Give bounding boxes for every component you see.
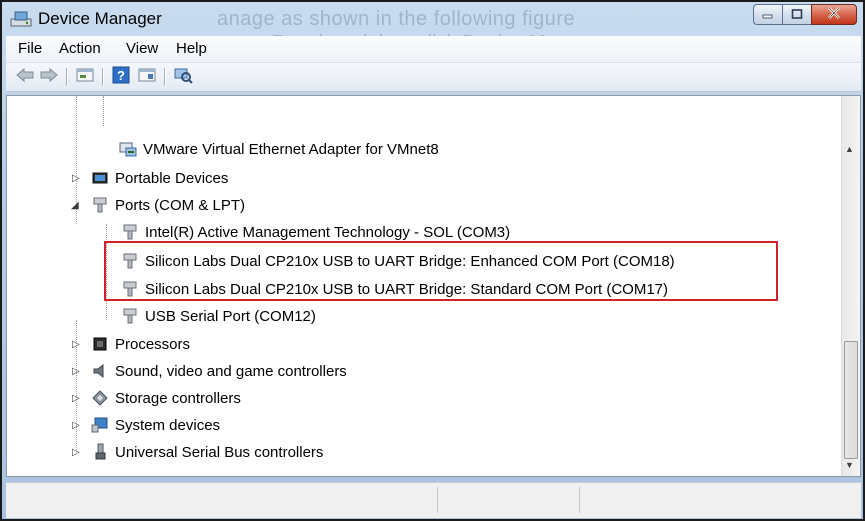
tree-guide-line — [103, 96, 104, 126]
close-icon — [827, 6, 841, 24]
tree-item-label: Processors — [115, 335, 191, 353]
portable-device-icon — [91, 169, 109, 187]
minimize-icon — [762, 6, 774, 24]
expand-arrow-icon[interactable]: ▷ — [72, 447, 80, 458]
expand-arrow-icon[interactable]: ▷ — [72, 366, 80, 377]
tree-item-label: Sound, video and game controllers — [115, 362, 347, 380]
toolbar-separator — [66, 68, 67, 86]
tree-item-portable-devices[interactable]: Portable Devices — [91, 166, 228, 190]
svg-text:?: ? — [117, 68, 125, 83]
menu-view[interactable]: View — [126, 40, 158, 57]
vertical-scrollbar[interactable]: ▲ ▼ — [841, 96, 860, 476]
menu-file[interactable]: File — [18, 40, 42, 57]
status-bar — [6, 482, 861, 518]
scan-hardware-button[interactable] — [172, 67, 194, 87]
device-manager-icon — [10, 10, 32, 28]
tree-item-label: Storage controllers — [115, 389, 241, 407]
tree-item-label: Portable Devices — [115, 169, 229, 187]
tree-item-label: USB Serial Port (COM12) — [145, 307, 316, 325]
tree-item-ports[interactable]: Ports (COM & LPT) — [91, 193, 245, 217]
tree-item-label: Ports (COM & LPT) — [115, 196, 246, 214]
tree-item-system-devices[interactable]: System devices — [91, 413, 220, 437]
help-button[interactable]: ? — [110, 66, 132, 89]
menu-action[interactable]: Action — [59, 40, 101, 57]
expand-arrow-icon[interactable]: ▷ — [72, 173, 80, 184]
maximize-button[interactable] — [782, 4, 812, 25]
help-icon: ? — [112, 66, 130, 89]
forward-arrow-icon — [39, 67, 59, 88]
close-button[interactable] — [811, 4, 857, 25]
tree-item-sound[interactable]: Sound, video and game controllers — [91, 359, 347, 383]
expand-arrow-icon[interactable]: ▷ — [72, 420, 80, 431]
expand-arrow-icon[interactable]: ▷ — [72, 393, 80, 404]
speaker-icon — [91, 362, 109, 380]
scan-hardware-icon — [173, 66, 193, 89]
port-icon — [121, 307, 139, 325]
back-arrow-icon — [15, 67, 35, 88]
tree-item-label: Universal Serial Bus controllers — [115, 443, 324, 461]
properties-button[interactable] — [74, 67, 96, 87]
menu-bar: File Action View Help — [6, 36, 861, 63]
status-pane — [579, 487, 580, 513]
forward-button[interactable] — [38, 67, 60, 87]
usb-icon — [91, 443, 109, 461]
window-title: Device Manager — [38, 9, 162, 28]
toolbar-separator — [164, 68, 165, 86]
maximize-icon — [791, 6, 803, 24]
back-button[interactable] — [14, 67, 36, 87]
device-tree-panel[interactable]: VMware Virtual Ethernet Adapter for VMne… — [6, 95, 861, 477]
highlight-box — [104, 241, 778, 301]
scroll-down-icon[interactable]: ▼ — [845, 460, 854, 470]
processor-icon — [91, 335, 109, 353]
view-button[interactable] — [136, 67, 158, 87]
tree-item-storage[interactable]: Storage controllers — [91, 386, 241, 410]
port-icon — [121, 223, 139, 241]
expand-arrow-icon[interactable]: ▷ — [72, 339, 80, 350]
device-manager-window: anage as shown in the following figure P… — [0, 0, 865, 521]
title-bar[interactable]: Device Manager — [2, 2, 863, 36]
tree-item-label: System devices — [115, 416, 221, 434]
system-device-icon — [91, 416, 109, 434]
status-pane — [437, 487, 438, 513]
tree-item-label: Intel(R) Active Management Technology - … — [145, 223, 511, 241]
tree-item-vmware-adapter[interactable]: VMware Virtual Ethernet Adapter for VMne… — [119, 137, 439, 161]
scroll-up-icon[interactable]: ▲ — [845, 144, 854, 154]
scrollbar-thumb[interactable] — [844, 341, 858, 459]
toolbar: ? — [6, 63, 861, 92]
properties-icon — [76, 67, 94, 88]
port-icon — [91, 196, 109, 214]
menu-help[interactable]: Help — [176, 40, 207, 57]
tree-item-usb-serial[interactable]: USB Serial Port (COM12) — [121, 304, 316, 328]
view-icon — [138, 67, 156, 88]
minimize-button[interactable] — [753, 4, 783, 25]
network-adapter-icon — [119, 140, 137, 158]
storage-icon — [91, 389, 109, 407]
tree-item-usb-controllers[interactable]: Universal Serial Bus controllers — [91, 440, 323, 464]
tree-item-processors[interactable]: Processors — [91, 332, 190, 356]
tree-item-label: VMware Virtual Ethernet Adapter for VMne… — [143, 140, 439, 158]
toolbar-separator — [102, 68, 103, 86]
caption-buttons — [753, 4, 857, 25]
collapse-arrow-icon[interactable]: ◢ — [71, 200, 79, 211]
